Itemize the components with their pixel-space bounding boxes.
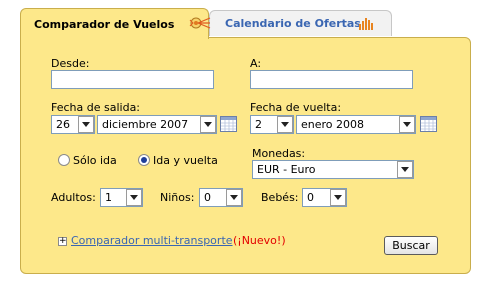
children-value: 0 [204, 191, 211, 204]
chevron-down-icon[interactable] [78, 116, 94, 133]
return-date-label: Fecha de vuelta: [250, 101, 342, 114]
to-label: A: [250, 57, 262, 70]
return-month-value: enero 2008 [301, 118, 365, 131]
departure-date-label: Fecha de salida: [51, 101, 141, 114]
calendar-icon[interactable] [220, 116, 237, 132]
adults-select[interactable]: 1 [100, 188, 143, 207]
expand-plus-icon[interactable]: + [58, 237, 67, 246]
return-month-select[interactable]: enero 2008 [296, 115, 416, 134]
chevron-down-icon[interactable] [200, 116, 216, 133]
return-day-select[interactable]: 2 [250, 115, 294, 134]
currency-label: Monedas: [252, 147, 306, 160]
babies-value: 0 [307, 191, 314, 204]
adults-label: Adultos: [51, 191, 96, 204]
search-form-panel: Desde: A: Fecha de salida: 26 diciembre … [20, 37, 471, 274]
children-label: Niños: [160, 191, 195, 204]
departure-month-select[interactable]: diciembre 2007 [97, 115, 217, 134]
tab-offers-calendar[interactable]: Calendario de Ofertas [209, 10, 392, 36]
bar-chart-icon [358, 17, 376, 33]
round-trip-label[interactable]: Ida y vuelta [153, 154, 218, 167]
new-badge: (¡Nuevo!) [233, 234, 286, 247]
to-input[interactable] [250, 70, 413, 89]
chevron-down-icon[interactable] [277, 116, 293, 133]
from-label: Desde: [51, 57, 90, 70]
currency-select[interactable]: EUR - Euro [252, 160, 414, 179]
tab-flight-comparator-label: Comparador de Vuelos [34, 17, 175, 31]
chevron-down-icon[interactable] [399, 116, 415, 133]
multi-transport-link[interactable]: Comparador multi-transporte [71, 234, 233, 247]
departure-month-value: diciembre 2007 [102, 118, 189, 131]
return-day-value: 2 [255, 118, 262, 131]
adults-value: 1 [105, 191, 112, 204]
children-select[interactable]: 0 [199, 188, 243, 207]
search-button[interactable]: Buscar [384, 236, 438, 255]
chevron-down-icon[interactable] [330, 189, 346, 206]
from-input[interactable] [51, 70, 214, 89]
departure-day-value: 26 [56, 118, 70, 131]
round-trip-radio[interactable] [138, 154, 150, 166]
calendar-icon[interactable] [420, 116, 437, 132]
plane-icon [189, 16, 211, 33]
currency-value: EUR - Euro [257, 163, 316, 176]
one-way-radio[interactable] [58, 154, 70, 166]
one-way-label[interactable]: Sólo ida [73, 154, 117, 167]
tab-flight-comparator[interactable]: Comparador de Vuelos [20, 8, 211, 39]
tab-offers-calendar-label: Calendario de Ofertas [225, 17, 361, 30]
chevron-down-icon[interactable] [126, 189, 142, 206]
chevron-down-icon[interactable] [397, 161, 413, 178]
departure-day-select[interactable]: 26 [51, 115, 95, 134]
babies-label: Bebés: [261, 191, 299, 204]
chevron-down-icon[interactable] [226, 189, 242, 206]
babies-select[interactable]: 0 [302, 188, 347, 207]
